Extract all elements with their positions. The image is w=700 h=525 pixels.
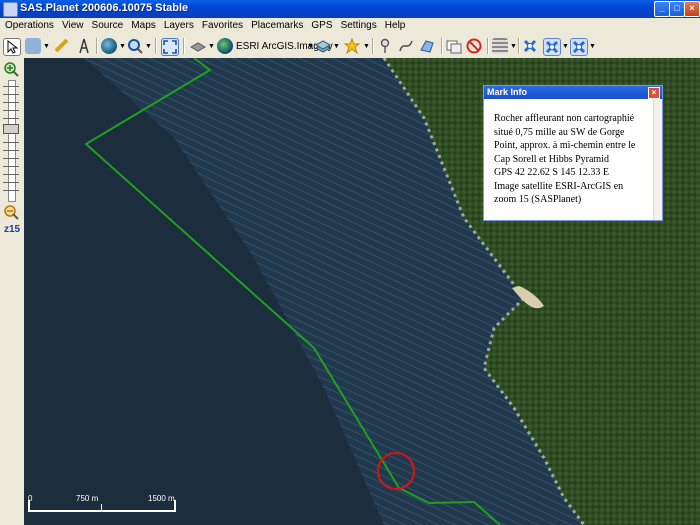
zoom-tick <box>3 150 19 151</box>
path-icon[interactable] <box>398 38 414 54</box>
polygon-icon[interactable] <box>419 38 435 54</box>
chevron-down-icon[interactable]: ▼ <box>363 43 370 50</box>
mark-info-scrollbar[interactable] <box>653 99 662 220</box>
placemark-pin-icon[interactable] <box>377 38 393 54</box>
chevron-down-icon[interactable]: ▼ <box>510 43 517 50</box>
toolbar-separator <box>96 38 98 54</box>
window-titlebar[interactable]: SAS.Planet 200606.10075 Stable _ □ × <box>0 0 700 18</box>
minimize-button[interactable]: _ <box>654 1 670 17</box>
chevron-down-icon[interactable]: ▼ <box>333 43 340 50</box>
mark-info-line: Rocher affleurant non cartographié <box>494 113 635 124</box>
chevron-down-icon[interactable]: ▼ <box>208 43 215 50</box>
mark-info-window[interactable]: Mark Info × Rocher affleurant non cartog… <box>483 85 663 221</box>
toolbar-separator <box>183 38 185 54</box>
mark-info-description: Rocher affleurant non cartographié situé… <box>494 112 649 207</box>
toolbar-separator <box>155 38 157 54</box>
zoom-tick <box>3 174 19 175</box>
toolbar-separator <box>518 38 520 54</box>
fullscreen-icon[interactable] <box>161 38 179 56</box>
map-source-globe-icon[interactable] <box>217 38 233 54</box>
zoom-tick <box>3 110 19 111</box>
favorites-star-icon[interactable] <box>343 37 361 55</box>
mark-info-title: Mark Info <box>487 87 528 97</box>
mark-info-line: GPS 42 22.62 S 145 12.33 E <box>494 167 610 178</box>
zoom-tick <box>3 102 19 103</box>
scale-label: 750 m <box>76 494 99 503</box>
scale-label: 0 <box>28 494 33 503</box>
chevron-down-icon[interactable]: ▼ <box>145 43 152 50</box>
mark-info-close-button[interactable]: × <box>648 87 660 99</box>
zoom-tick <box>3 118 19 119</box>
zoom-level-label: z15 <box>4 224 21 235</box>
zoom-tick <box>3 182 19 183</box>
menu-gps[interactable]: GPS <box>311 18 332 31</box>
scale-label: 1500 m <box>148 494 175 503</box>
menu-view[interactable]: View <box>62 18 84 31</box>
menu-help[interactable]: Help <box>385 18 406 31</box>
mark-info-icon[interactable] <box>446 38 462 54</box>
mark-info-line: Cap Sorell et Hibbs Pyramid <box>494 153 609 165</box>
grid-icon[interactable] <box>492 38 508 54</box>
menu-operations[interactable]: Operations <box>5 18 54 31</box>
gps-center-icon[interactable] <box>570 38 588 56</box>
move-map-icon[interactable] <box>25 38 41 54</box>
chevron-down-icon[interactable]: ▼ <box>589 43 596 50</box>
zoom-tick <box>3 158 19 159</box>
app-icon <box>3 2 18 17</box>
menu-bar: Operations View Source Maps Layers Favor… <box>0 18 700 34</box>
no-entry-icon[interactable] <box>466 38 482 54</box>
menu-favorites[interactable]: Favorites <box>202 18 243 31</box>
chevron-down-icon[interactable]: ▼ <box>307 43 314 50</box>
zoom-tick <box>3 166 19 167</box>
main-toolbar: ▼ ▼ ▼ ▼ ESRI ArcGIS.Imagery ▼ ▼ ▼ ▼ ▼ ▼ <box>0 34 700 59</box>
mark-info-line: Point, approx. à mi-chemin entre le <box>494 140 636 151</box>
menu-placemarks[interactable]: Placemarks <box>251 18 303 31</box>
zoom-out-icon[interactable] <box>3 204 19 220</box>
gps-satellite-icon[interactable] <box>522 38 538 54</box>
menu-settings[interactable]: Settings <box>341 18 377 31</box>
zoom-tick <box>3 190 19 191</box>
cursor-tool-icon[interactable] <box>3 38 21 56</box>
window-title: SAS.Planet 200606.10075 Stable <box>20 2 189 14</box>
mark-info-titlebar[interactable]: Mark Info × <box>484 86 662 99</box>
maximize-button[interactable]: □ <box>669 1 685 17</box>
toolbar-separator <box>372 38 374 54</box>
chevron-down-icon[interactable]: ▼ <box>119 43 126 50</box>
zoom-slider-thumb[interactable] <box>3 124 19 134</box>
ruler-icon[interactable] <box>54 38 70 54</box>
zoom-slider-track[interactable] <box>8 80 16 202</box>
zoom-tick <box>3 142 19 143</box>
zoom-tick <box>3 86 19 87</box>
gps-track-icon[interactable] <box>543 38 561 56</box>
toolbar-separator <box>441 38 443 54</box>
menu-layers[interactable]: Layers <box>164 18 194 31</box>
zoom-panel: z15 <box>0 58 24 525</box>
menu-maps[interactable]: Maps <box>131 18 155 31</box>
menu-source[interactable]: Source <box>92 18 124 31</box>
chevron-down-icon[interactable]: ▼ <box>43 43 50 50</box>
mark-info-line: Image satellite ESRI-ArcGIS en <box>494 180 624 192</box>
chevron-down-icon[interactable]: ▼ <box>562 43 569 50</box>
mark-info-line: situé 0,75 mille au SW de Gorge <box>494 126 625 138</box>
scale-bar: 0 750 m 1500 m <box>28 494 208 516</box>
zoom-magnifier-icon[interactable] <box>127 38 143 54</box>
toolbar-separator <box>487 38 489 54</box>
mark-info-line: zoom 15 (SASPlanet) <box>494 194 582 205</box>
map-type-icon[interactable] <box>189 38 207 54</box>
close-button[interactable]: × <box>684 1 700 17</box>
zoom-tick <box>3 94 19 95</box>
compass-icon[interactable] <box>76 38 92 54</box>
globe-icon[interactable] <box>101 38 117 54</box>
zoom-in-icon[interactable] <box>3 61 19 77</box>
layers-icon[interactable] <box>314 38 332 54</box>
